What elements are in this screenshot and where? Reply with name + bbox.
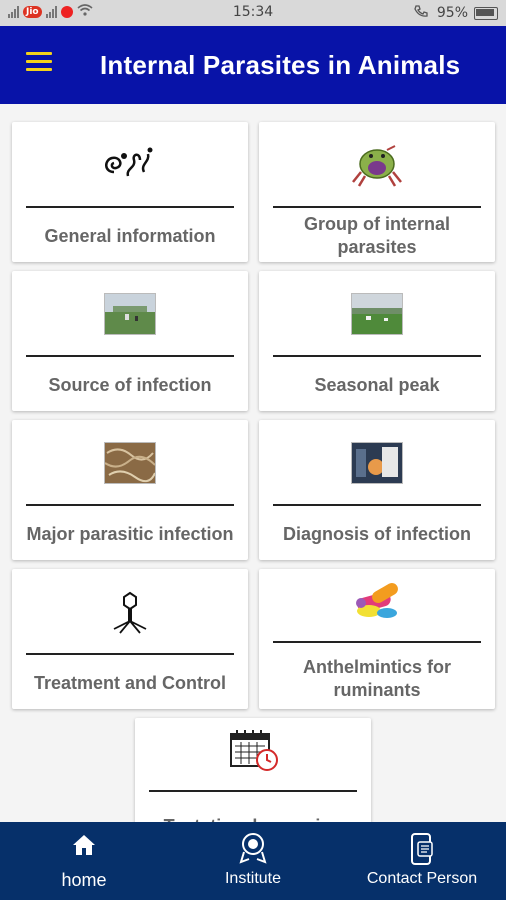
card-divider (26, 355, 234, 357)
lab-photo (259, 438, 495, 488)
card-label: Diagnosis of infection (282, 523, 471, 544)
nav-label: Contact Person (366, 870, 478, 887)
status-bar: Jio 15:34 95% (0, 0, 506, 26)
card-divider (149, 790, 357, 792)
card-divider (273, 355, 481, 357)
nav-contact-person[interactable]: Contact Person (352, 822, 492, 900)
card-label: Source of infection (48, 374, 212, 395)
card-tentative-deworming[interactable]: Tentative deworming (135, 718, 371, 822)
bottom-navigation: home Institute Contact Person (0, 822, 506, 900)
menu-grid: General information Group of internal pa… (0, 104, 506, 822)
phone-contact-icon (352, 832, 492, 865)
nav-institute[interactable]: Institute (188, 822, 318, 900)
status-right: 95% (413, 4, 498, 22)
pills-icon (259, 575, 495, 625)
card-label: Group of internal parasites (304, 214, 450, 257)
card-general-information[interactable]: General information (12, 122, 248, 262)
pasture-photo (12, 289, 248, 339)
card-divider (273, 206, 481, 208)
card-divider (26, 206, 234, 208)
calendar-icon (135, 726, 371, 776)
card-divider (26, 504, 234, 506)
home-icon (20, 832, 148, 864)
card-divider (26, 653, 234, 655)
parasite-creature-icon (259, 140, 495, 190)
card-divider (273, 504, 481, 506)
card-seasonal-peak[interactable]: Seasonal peak (259, 271, 495, 411)
card-major-parasitic-infection[interactable]: Major parasitic infection (12, 420, 248, 560)
field-photo (259, 289, 495, 339)
card-group-of-internal-parasites[interactable]: Group of internal parasites (259, 122, 495, 262)
nav-label: home (61, 870, 107, 890)
hamburger-menu-icon[interactable] (26, 52, 52, 74)
card-label: Treatment and Control (33, 672, 226, 693)
nav-home[interactable]: home (20, 822, 148, 900)
page-title: Internal Parasites in Animals (100, 50, 461, 80)
battery-icon (474, 6, 498, 20)
card-divider (273, 641, 481, 643)
institute-emblem-icon (188, 832, 318, 864)
card-label: Anthelmintics for ruminants (302, 657, 451, 700)
parasite-worm-icon (12, 140, 248, 190)
card-diagnosis-of-infection[interactable]: Diagnosis of infection (259, 420, 495, 560)
card-label: General information (44, 225, 216, 246)
volte-icon (413, 4, 431, 22)
virus-icon (12, 587, 248, 637)
card-source-of-infection[interactable]: Source of infection (12, 271, 248, 411)
nav-label: Institute (224, 870, 282, 887)
worms-photo (12, 438, 248, 488)
card-label: Major parasitic infection (26, 523, 234, 544)
card-label: Tentative deworming (135, 806, 371, 823)
app-bar: Internal Parasites in Animals (0, 26, 506, 104)
card-label: Seasonal peak (314, 374, 440, 395)
battery-percent: 95% (436, 5, 468, 21)
card-treatment-and-control[interactable]: Treatment and Control (12, 569, 248, 709)
card-anthelmintics-for-ruminants[interactable]: Anthelmintics for ruminants (259, 569, 495, 709)
